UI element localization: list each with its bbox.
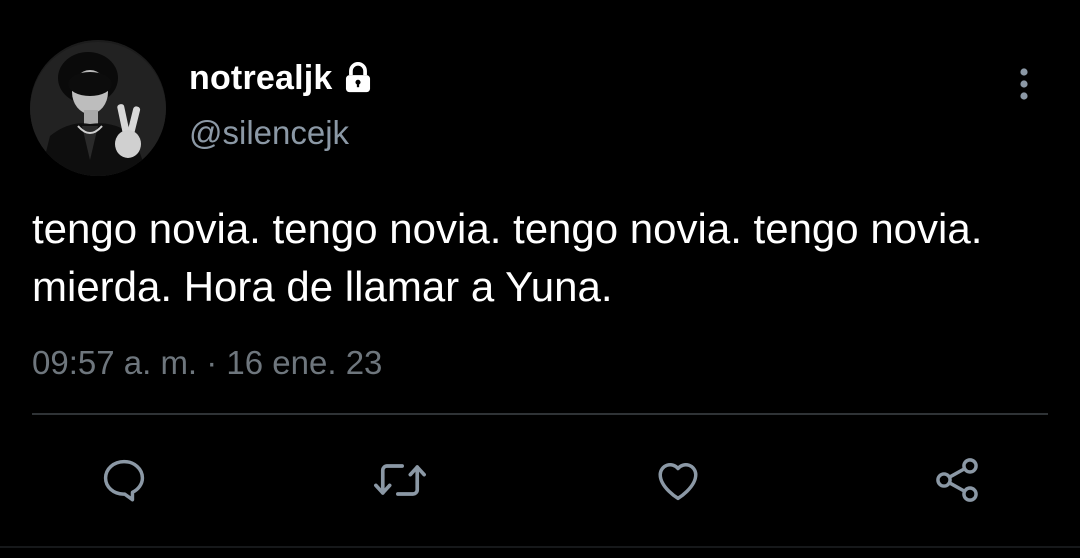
- share-icon: [936, 458, 978, 502]
- display-name[interactable]: notrealjk: [189, 59, 333, 98]
- avatar-image: [30, 40, 166, 176]
- tweet-text: tengo novia. tengo novia. tengo novia. t…: [32, 205, 983, 310]
- action-bar: [0, 448, 1080, 512]
- tweet-timestamp[interactable]: 09:57 a. m. · 16 ene. 23: [32, 344, 382, 382]
- heart-icon: [658, 463, 698, 501]
- reply-button[interactable]: [92, 448, 156, 512]
- avatar[interactable]: [30, 40, 166, 176]
- more-vertical-icon: [1020, 68, 1028, 100]
- reply-icon: [103, 459, 145, 502]
- lock-icon: [341, 61, 375, 95]
- share-button[interactable]: [925, 448, 989, 512]
- retweet-button[interactable]: [368, 448, 432, 512]
- divider: [32, 413, 1048, 415]
- retweet-icon: [374, 464, 426, 496]
- tweet-card: notrealjk @silencejk tengo novia. tengo …: [0, 0, 1080, 558]
- bottom-divider: [0, 546, 1080, 548]
- user-handle[interactable]: @silencejk: [189, 114, 349, 152]
- more-options-button[interactable]: [1008, 64, 1040, 104]
- display-name-row: notrealjk: [189, 56, 375, 100]
- like-button[interactable]: [646, 448, 710, 512]
